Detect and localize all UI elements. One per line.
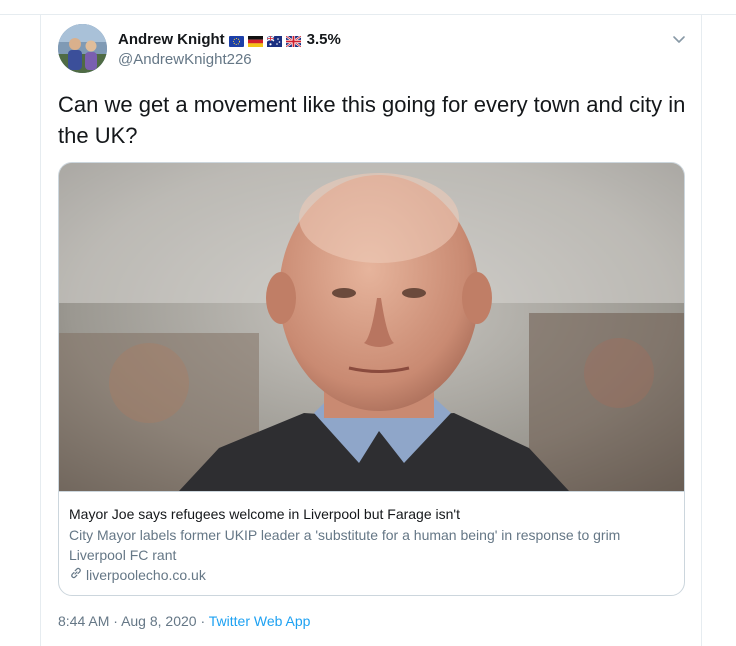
link-card[interactable]: Mayor Joe says refugees welcome in Liver…: [58, 162, 685, 596]
avatar[interactable]: [58, 24, 107, 73]
australia-flag-icon: [266, 34, 282, 47]
card-domain[interactable]: liverpoolecho.co.uk: [86, 565, 206, 585]
tweet: Andrew Knight 3.5% @AndrewKnight226 Can …: [40, 15, 702, 646]
card-body[interactable]: Mayor Joe says refugees welcome in Liver…: [59, 491, 684, 595]
page-frame: Andrew Knight 3.5% @AndrewKnight226 Can …: [0, 0, 736, 646]
tweet-text: Can we get a movement like this going fo…: [58, 92, 686, 148]
tweet-date[interactable]: Aug 8, 2020: [121, 613, 197, 629]
chevron-down-icon[interactable]: [671, 31, 687, 47]
author-name-row[interactable]: Andrew Knight 3.5%: [118, 29, 341, 49]
meta-separator-2: ·: [200, 613, 206, 629]
eu-flag-icon: [228, 34, 244, 47]
author-name-suffix: 3.5%: [306, 30, 341, 48]
tweet-time[interactable]: 8:44 AM: [58, 613, 109, 629]
card-description: City Mayor labels former UKIP leader a '…: [69, 527, 621, 563]
tweet-meta: 8:44 AM · Aug 8, 2020 · Twitter Web App: [58, 613, 310, 629]
card-title[interactable]: Mayor Joe says refugees welcome in Liver…: [69, 504, 676, 524]
link-icon: [69, 565, 83, 585]
germany-flag-icon: [247, 34, 263, 47]
tweet-app-link[interactable]: Twitter Web App: [209, 613, 311, 629]
meta-separator: ·: [113, 613, 118, 629]
author-handle[interactable]: @AndrewKnight226: [118, 51, 252, 68]
uk-flag-icon: [285, 34, 302, 48]
author-display-name[interactable]: Andrew Knight: [118, 31, 225, 48]
card-domain-row[interactable]: liverpoolecho.co.uk: [69, 565, 676, 585]
card-image[interactable]: [59, 163, 684, 491]
